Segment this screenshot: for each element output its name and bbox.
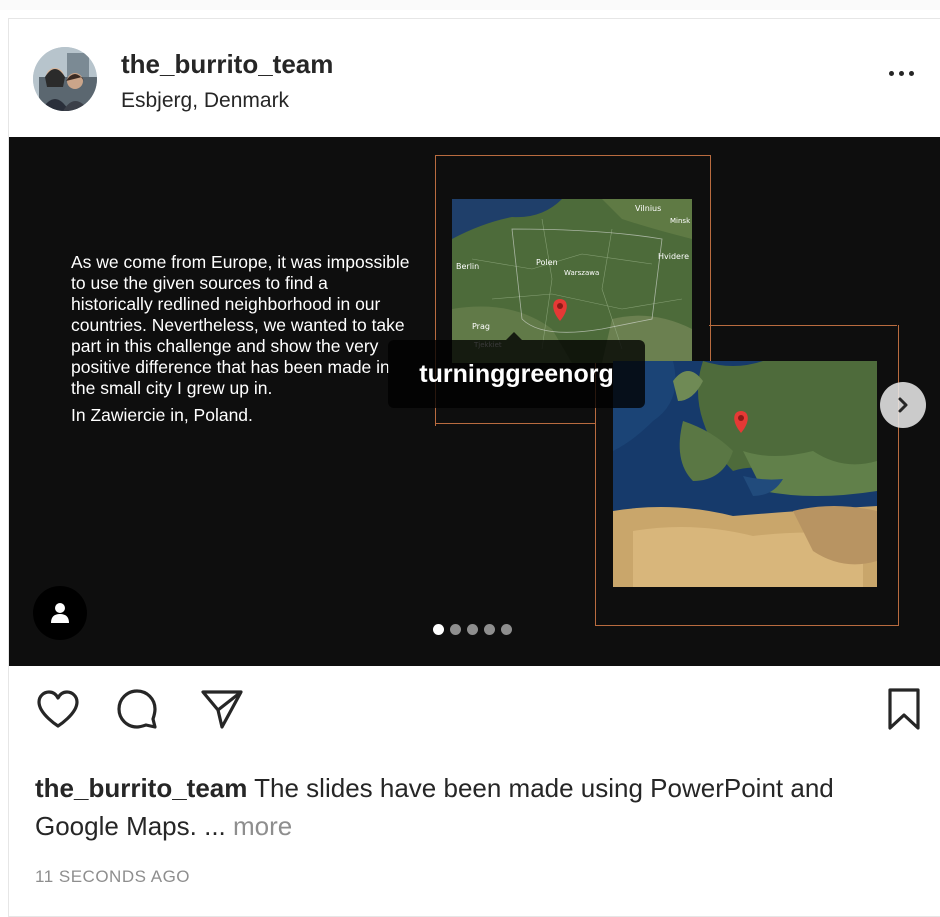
- send-icon: [201, 690, 243, 729]
- svg-text:Polen: Polen: [536, 258, 558, 267]
- slide-paragraph-2: In Zawiercie in, Poland.: [71, 405, 253, 425]
- carousel-dot: [433, 624, 444, 635]
- comment-button[interactable]: [112, 684, 162, 734]
- map-europe: [613, 361, 877, 587]
- carousel-dot: [501, 624, 512, 635]
- slide-paragraph-1: As we come from Europe, it was impossibl…: [71, 252, 410, 398]
- slide-frame-joint-2: [709, 325, 897, 326]
- heart-icon: [37, 690, 79, 728]
- carousel-dot: [467, 624, 478, 635]
- carousel-dot: [484, 624, 495, 635]
- caption-more-link[interactable]: more: [233, 811, 292, 841]
- user-tag-label[interactable]: turninggreenorg: [388, 332, 645, 408]
- bookmark-icon: [888, 688, 920, 730]
- slide-text: As we come from Europe, it was impossibl…: [71, 252, 411, 432]
- chevron-right-icon: [898, 397, 908, 413]
- svg-text:Minsk: Minsk: [670, 217, 691, 225]
- post-action-bar: [9, 684, 940, 734]
- svg-text:Prag: Prag: [472, 322, 490, 331]
- save-button[interactable]: [879, 684, 929, 734]
- comment-icon: [117, 689, 157, 729]
- carousel-next-button[interactable]: [880, 382, 926, 428]
- svg-text:Warszawa: Warszawa: [564, 269, 599, 277]
- carousel-dots: [433, 624, 512, 635]
- tagged-users-button[interactable]: [33, 586, 87, 640]
- carousel-dot: [450, 624, 461, 635]
- post-media-carousel[interactable]: As we come from Europe, it was impossibl…: [9, 137, 940, 666]
- post-caption: the_burrito_team The slides have been ma…: [35, 769, 915, 845]
- like-button[interactable]: [33, 684, 83, 734]
- slide-frame-joint: [435, 423, 595, 424]
- post-username[interactable]: the_burrito_team: [121, 49, 333, 80]
- user-icon: [51, 603, 69, 623]
- post-header: the_burrito_team Esbjerg, Denmark: [9, 19, 940, 137]
- post-location[interactable]: Esbjerg, Denmark: [121, 89, 289, 113]
- instagram-post: the_burrito_team Esbjerg, Denmark As we …: [8, 18, 940, 917]
- top-strip: [0, 0, 940, 10]
- share-button[interactable]: [197, 684, 247, 734]
- svg-text:Vilnius: Vilnius: [635, 204, 661, 213]
- svg-text:Hvidere: Hvidere: [658, 252, 689, 261]
- svg-text:Berlin: Berlin: [456, 262, 479, 271]
- more-horizontal-icon[interactable]: [881, 63, 921, 83]
- avatar[interactable]: [33, 47, 97, 111]
- map-poland: Vilnius Minsk Hvidere Berlin Polen Warsz…: [452, 199, 692, 363]
- post-timestamp[interactable]: 11 SECONDS AGO: [35, 867, 190, 887]
- caption-username[interactable]: the_burrito_team: [35, 773, 247, 803]
